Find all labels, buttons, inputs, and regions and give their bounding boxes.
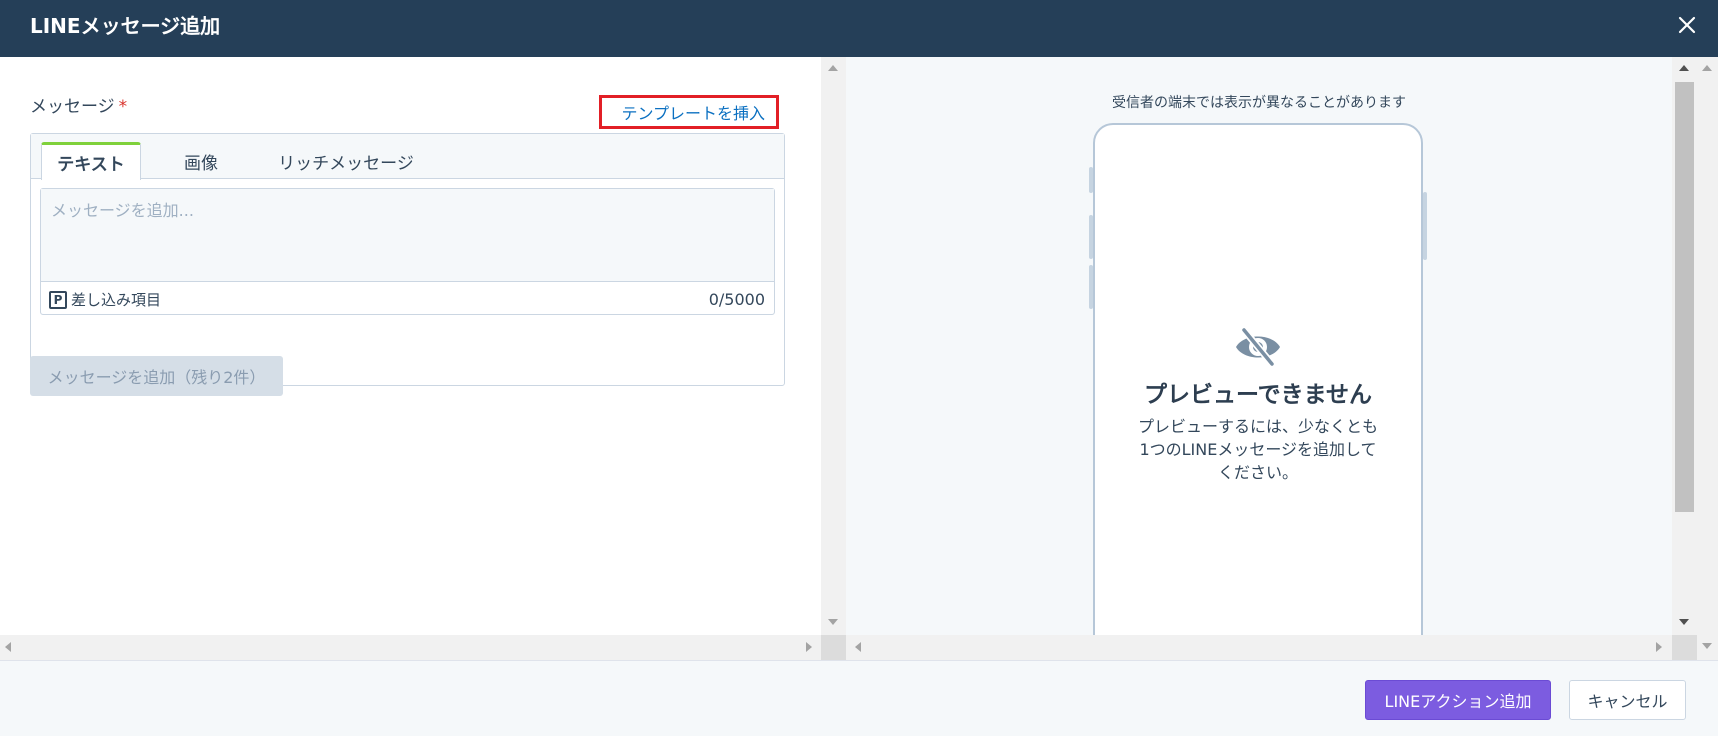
close-button[interactable] [1674, 12, 1700, 38]
no-preview-message: プレビューできません プレビューするには、少なくとも1つのLINEメッセージを追… [1095, 325, 1421, 484]
personalization-icon: P [49, 290, 67, 309]
no-preview-title: プレビューできません [1144, 382, 1372, 408]
scroll-up-arrow-icon[interactable] [1679, 65, 1689, 71]
modal-title: LINEメッセージ追加 [30, 14, 221, 38]
scroll-up-arrow-icon[interactable] [828, 65, 838, 71]
phone-side-button [1089, 167, 1093, 193]
modal-header: LINEメッセージ追加 [0, 0, 1718, 57]
close-icon [1678, 16, 1696, 34]
insert-template-link[interactable]: テンプレートを挿入 [599, 95, 779, 129]
message-label: メッセージ * [30, 92, 127, 117]
message-textarea-box: P 差し込み項目 0/5000 [40, 188, 775, 315]
textarea-footer: P 差し込み項目 0/5000 [41, 281, 774, 314]
message-editor-panel: メッセージ* テンプレートを挿入 テキスト 画像 リッチメッセージ P 差し込み… [0, 57, 821, 635]
tab-rich-message[interactable]: リッチメッセージ [251, 143, 441, 179]
scroll-left-arrow-icon[interactable] [5, 642, 11, 652]
message-editor: テキスト 画像 リッチメッセージ P 差し込み項目 0/5000 [30, 133, 785, 386]
scroll-right-arrow-icon[interactable] [1656, 642, 1662, 652]
char-counter: 0/5000 [708, 290, 765, 309]
phone-preview-frame: プレビューできません プレビューするには、少なくとも1つのLINEメッセージを追… [1093, 123, 1423, 635]
tab-image[interactable]: 画像 [161, 143, 241, 179]
phone-side-button [1089, 215, 1093, 259]
required-mark: * [118, 97, 128, 117]
personalization-token-button[interactable]: P 差し込み項目 [49, 289, 161, 310]
left-vertical-scrollbar[interactable] [821, 57, 846, 635]
scrollbar-corner [821, 635, 846, 660]
scroll-left-arrow-icon[interactable] [855, 642, 861, 652]
message-type-tabs: テキスト 画像 リッチメッセージ [31, 134, 784, 180]
preview-vertical-scrollbar[interactable] [1672, 57, 1697, 635]
cancel-button[interactable]: キャンセル [1569, 680, 1686, 720]
scroll-up-arrow-icon[interactable] [1702, 65, 1712, 71]
preview-horizontal-scrollbar[interactable] [846, 635, 1672, 660]
scroll-down-arrow-icon[interactable] [1702, 643, 1712, 649]
left-horizontal-scrollbar[interactable] [0, 635, 821, 660]
tab-text[interactable]: テキスト [41, 142, 141, 180]
no-preview-text: プレビューするには、少なくとも1つのLINEメッセージを追加してください。 [1137, 417, 1378, 482]
preview-panel: 受信者の端末では表示が異なることがあります プレビューできません プレビューする… [846, 57, 1672, 635]
phone-side-button [1423, 192, 1427, 260]
modal-footer: LINEアクション追加 キャンセル [0, 660, 1718, 736]
scroll-down-arrow-icon[interactable] [828, 619, 838, 625]
eye-slash-icon [1236, 326, 1280, 368]
preview-note: 受信者の端末では表示が異なることがあります [1112, 95, 1406, 111]
scrollbar-corner [1672, 635, 1697, 660]
scroll-down-arrow-icon[interactable] [1679, 619, 1689, 625]
page-vertical-scrollbar[interactable] [1697, 57, 1718, 660]
phone-side-button [1089, 265, 1093, 309]
personalization-label: 差し込み項目 [71, 291, 162, 309]
add-message-button[interactable]: メッセージを追加（残り2件） [30, 356, 283, 396]
add-line-action-button[interactable]: LINEアクション追加 [1365, 680, 1551, 720]
scroll-right-arrow-icon[interactable] [806, 642, 812, 652]
message-input[interactable] [41, 189, 774, 281]
scrollbar-thumb[interactable] [1675, 82, 1694, 512]
message-label-text: メッセージ [30, 97, 115, 117]
